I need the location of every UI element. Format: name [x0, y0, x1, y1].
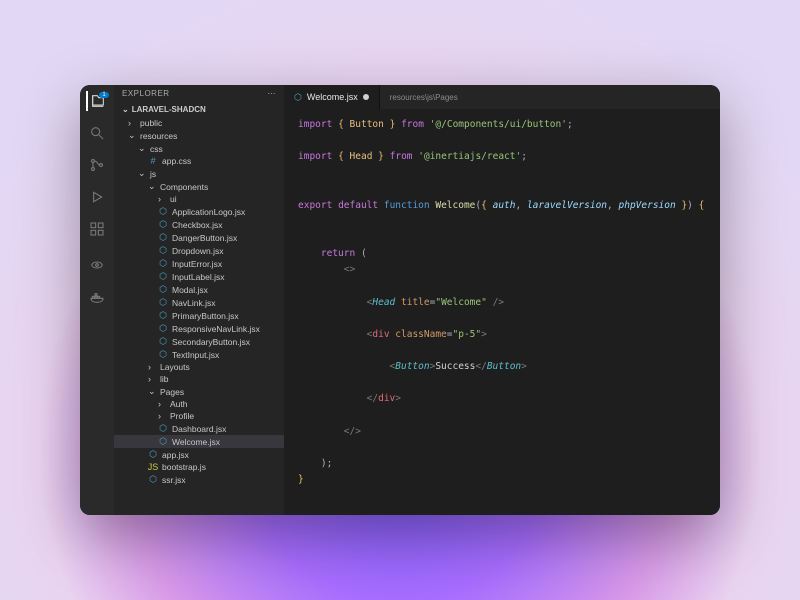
editor-tabs: ⬡ Welcome.jsx resources\js\Pages — [284, 85, 720, 109]
explorer-header: EXPLORER ⋯ — [114, 85, 284, 102]
react-file-icon: ⬡ — [158, 310, 168, 321]
file-tree: ›public ⌄resources ⌄css #app.css ⌄js ⌄Co… — [114, 117, 284, 515]
file-dangerbutton[interactable]: ⬡DangerButton.jsx — [114, 231, 284, 244]
react-file-icon: ⬡ — [158, 284, 168, 295]
chevron-right-icon: › — [158, 194, 166, 204]
editor-pane: ⬡ Welcome.jsx resources\js\Pages import … — [284, 85, 720, 515]
chevron-right-icon: › — [128, 118, 136, 128]
search-icon[interactable] — [87, 123, 107, 143]
chevron-right-icon: › — [148, 374, 156, 384]
source-control-icon[interactable] — [87, 155, 107, 175]
file-responsivenavlink[interactable]: ⬡ResponsiveNavLink.jsx — [114, 322, 284, 335]
react-file-icon: ⬡ — [158, 232, 168, 243]
file-app-jsx[interactable]: ⬡app.jsx — [114, 448, 284, 461]
folder-auth[interactable]: ›Auth — [114, 398, 284, 410]
react-file-icon: ⬡ — [158, 206, 168, 217]
chevron-down-icon: ⌄ — [148, 181, 156, 192]
react-file-icon: ⬡ — [148, 449, 158, 460]
folder-css[interactable]: ⌄css — [114, 142, 284, 155]
css-file-icon: # — [148, 156, 158, 166]
react-file-icon: ⬡ — [294, 92, 302, 103]
file-textinput[interactable]: ⬡TextInput.jsx — [114, 348, 284, 361]
run-debug-icon[interactable] — [87, 187, 107, 207]
folder-js[interactable]: ⌄js — [114, 167, 284, 180]
breadcrumb[interactable]: resources\js\Pages — [380, 90, 468, 105]
react-file-icon: ⬡ — [158, 271, 168, 282]
react-file-icon: ⬡ — [158, 258, 168, 269]
tab-filename: Welcome.jsx — [307, 92, 358, 102]
react-file-icon: ⬡ — [158, 245, 168, 256]
folder-lib[interactable]: ›lib — [114, 373, 284, 385]
folder-public[interactable]: ›public — [114, 117, 284, 129]
folder-components[interactable]: ⌄Components — [114, 180, 284, 193]
chevron-down-icon: ⌄ — [138, 168, 146, 179]
js-file-icon: JS — [148, 462, 158, 472]
docker-icon[interactable] — [87, 287, 107, 307]
file-welcome[interactable]: ⬡Welcome.jsx — [114, 435, 284, 448]
folder-layouts[interactable]: ›Layouts — [114, 361, 284, 373]
chevron-right-icon: › — [148, 362, 156, 372]
react-file-icon: ⬡ — [158, 423, 168, 434]
chevron-right-icon: › — [158, 411, 166, 421]
file-primarybutton[interactable]: ⬡PrimaryButton.jsx — [114, 309, 284, 322]
chevron-down-icon: ⌄ — [148, 386, 156, 397]
react-file-icon: ⬡ — [158, 349, 168, 360]
chevron-down-icon: ⌄ — [122, 105, 129, 114]
react-file-icon: ⬡ — [158, 219, 168, 230]
tab-welcome[interactable]: ⬡ Welcome.jsx — [284, 85, 380, 109]
file-inputlabel[interactable]: ⬡InputLabel.jsx — [114, 270, 284, 283]
folder-resources[interactable]: ⌄resources — [114, 129, 284, 142]
chevron-down-icon: ⌄ — [128, 130, 136, 141]
unsaved-dot-icon — [363, 94, 369, 100]
file-applicationlogo[interactable]: ⬡ApplicationLogo.jsx — [114, 205, 284, 218]
file-modal[interactable]: ⬡Modal.jsx — [114, 283, 284, 296]
file-bootstrap[interactable]: JSbootstrap.js — [114, 461, 284, 473]
react-file-icon: ⬡ — [158, 323, 168, 334]
folder-profile[interactable]: ›Profile — [114, 410, 284, 422]
file-dashboard[interactable]: ⬡Dashboard.jsx — [114, 422, 284, 435]
remote-icon[interactable] — [87, 255, 107, 275]
folder-ui[interactable]: ›ui — [114, 193, 284, 205]
project-root[interactable]: ⌄ LARAVEL-SHADCN — [114, 102, 284, 117]
explorer-title: EXPLORER — [122, 89, 170, 98]
file-inputerror[interactable]: ⬡InputError.jsx — [114, 257, 284, 270]
file-secondarybutton[interactable]: ⬡SecondaryButton.jsx — [114, 335, 284, 348]
chevron-right-icon: › — [158, 399, 166, 409]
react-file-icon: ⬡ — [158, 436, 168, 447]
react-file-icon: ⬡ — [158, 297, 168, 308]
vscode-window: 1 EXPLORER ⋯ ⌄ LARAVEL-SHADCN — [80, 85, 720, 515]
react-file-icon: ⬡ — [148, 474, 158, 485]
extensions-icon[interactable] — [87, 219, 107, 239]
activity-bar: 1 — [80, 85, 114, 515]
file-navlink[interactable]: ⬡NavLink.jsx — [114, 296, 284, 309]
explorer-more-icon[interactable]: ⋯ — [268, 89, 277, 98]
file-checkbox[interactable]: ⬡Checkbox.jsx — [114, 218, 284, 231]
file-app-css[interactable]: #app.css — [114, 155, 284, 167]
file-ssr[interactable]: ⬡ssr.jsx — [114, 473, 284, 486]
code-editor[interactable]: import { Button } from '@/Components/ui/… — [284, 109, 720, 515]
folder-pages[interactable]: ⌄Pages — [114, 385, 284, 398]
react-file-icon: ⬡ — [158, 336, 168, 347]
explorer-icon[interactable]: 1 — [86, 91, 106, 111]
explorer-sidebar: EXPLORER ⋯ ⌄ LARAVEL-SHADCN ›public ⌄res… — [114, 85, 284, 515]
file-dropdown[interactable]: ⬡Dropdown.jsx — [114, 244, 284, 257]
explorer-badge: 1 — [99, 92, 108, 98]
chevron-down-icon: ⌄ — [138, 143, 146, 154]
project-name: LARAVEL-SHADCN — [132, 105, 206, 114]
